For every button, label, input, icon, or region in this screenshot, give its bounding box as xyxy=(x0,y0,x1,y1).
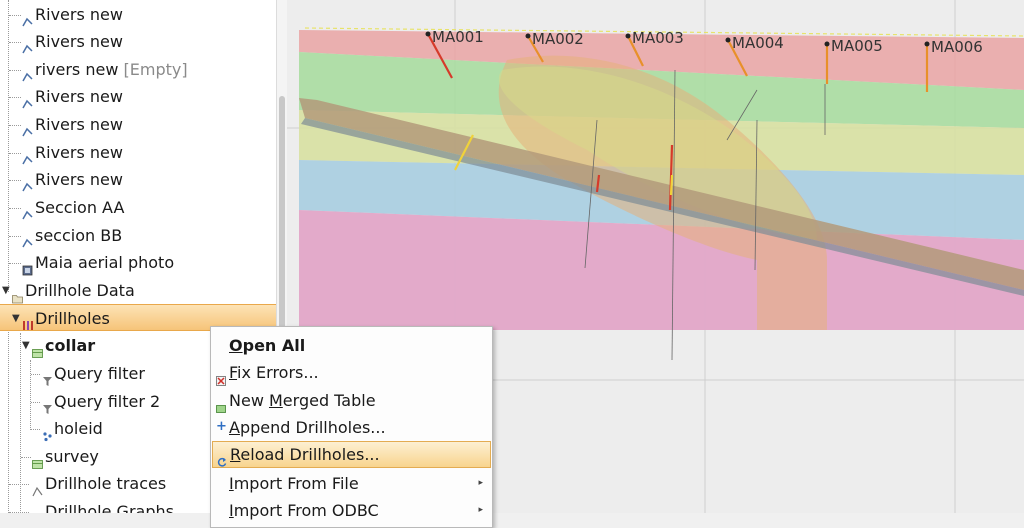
collar-label-3: MA003 xyxy=(632,29,684,47)
context-menu[interactable]: Open All Fix Errors... New Merged Table … xyxy=(210,326,493,528)
expand-triangle-icon[interactable]: ▼ xyxy=(12,305,20,332)
collar-label-5: MA005 xyxy=(831,37,883,55)
menu-fix-errors[interactable]: Fix Errors... xyxy=(211,359,492,386)
tree-item-rivers-new[interactable]: Rivers new xyxy=(0,1,276,28)
menu-new-merged-table[interactable]: New Merged Table xyxy=(211,387,492,414)
tree-item-rivers-new[interactable]: Rivers new xyxy=(0,111,276,138)
tree-item-seccion-aa[interactable]: Seccion AA xyxy=(0,194,276,221)
vector-layer-icon xyxy=(22,147,33,165)
tree-item-label: Query filter 2 xyxy=(54,392,161,411)
collar-label-4: MA004 xyxy=(732,34,784,52)
plus-icon: + xyxy=(216,419,227,434)
vector-layer-icon xyxy=(22,202,33,220)
tree-item-label: Drillhole Graphs xyxy=(45,502,174,513)
tree-item-label: collar xyxy=(45,336,96,355)
menu-import-from-file[interactable]: Import From File ▸ xyxy=(211,470,492,497)
traces-icon xyxy=(32,478,43,497)
table-icon xyxy=(32,340,43,358)
tree-item-label: Rivers new xyxy=(35,115,123,134)
tree-item-label: Rivers new xyxy=(35,5,123,24)
collar-label-6: MA006 xyxy=(931,38,983,56)
filter-icon xyxy=(42,368,53,386)
tree-item-label: Drillholes xyxy=(35,309,110,328)
vector-layer-icon xyxy=(22,91,33,109)
tree-item-rivers-new-empty[interactable]: rivers new [Empty] xyxy=(0,56,276,83)
vector-layer-icon xyxy=(22,9,33,27)
tree-item-label: seccion BB xyxy=(35,226,123,245)
tree-item-label: Maia aerial photo xyxy=(35,253,175,272)
tree-item-label: Rivers new xyxy=(35,32,123,51)
tree-item-aerial-photo[interactable]: Maia aerial photo xyxy=(0,249,276,276)
tree-item-drillhole-data[interactable]: ▼ Drillhole Data xyxy=(0,277,276,304)
table-icon xyxy=(32,451,43,469)
points-icon xyxy=(42,423,53,442)
scrollbar-thumb[interactable] xyxy=(279,96,285,346)
tree-item-label: survey xyxy=(45,447,99,466)
tree-item-label: holeid xyxy=(54,419,103,438)
menu-reload-drillholes[interactable]: Reload Drillholes... xyxy=(212,441,491,468)
empty-tag: [Empty] xyxy=(123,60,188,79)
vector-layer-icon xyxy=(22,36,33,54)
tree-item-label: Rivers new xyxy=(35,87,123,106)
tree-item-rivers-new[interactable]: Rivers new xyxy=(0,139,276,166)
vector-layer-icon xyxy=(22,64,33,82)
tree-item-label: Rivers new xyxy=(35,143,123,162)
tree-item-rivers-new[interactable]: Rivers new xyxy=(0,166,276,193)
drillholes-icon xyxy=(22,312,33,330)
menu-open-all[interactable]: Open All xyxy=(211,332,492,359)
tree-item-label: Rivers new xyxy=(35,170,123,189)
image-icon xyxy=(22,257,33,276)
tree-item-label: Query filter xyxy=(54,364,145,383)
tree-item-label: Drillhole traces xyxy=(45,474,167,493)
collar-label-2: MA002 xyxy=(532,30,584,48)
vector-layer-icon xyxy=(22,230,33,248)
collar-label-1: MA001 xyxy=(432,28,484,46)
filter-icon xyxy=(42,396,53,414)
menu-append-drillholes[interactable]: + Append Drillholes... xyxy=(211,414,492,441)
reload-icon xyxy=(217,449,227,467)
menu-import-from-odbc[interactable]: Import From ODBC ▸ xyxy=(211,497,492,524)
folder-icon xyxy=(12,285,23,304)
merged-table-icon xyxy=(216,395,226,413)
tree-item-label: Seccion AA xyxy=(35,198,125,217)
submenu-arrow-icon: ▸ xyxy=(478,478,483,488)
vector-layer-icon xyxy=(22,119,33,137)
tree-item-seccion-bb[interactable]: seccion BB xyxy=(0,222,276,249)
submenu-arrow-icon: ▸ xyxy=(478,505,483,515)
vector-layer-icon xyxy=(22,174,33,192)
expand-triangle-icon[interactable]: ▼ xyxy=(2,277,10,304)
tree-item-label: Drillhole Data xyxy=(25,281,135,300)
tree-item-rivers-new[interactable]: Rivers new xyxy=(0,83,276,110)
tree-item-rivers-new[interactable]: Rivers new xyxy=(0,28,276,55)
expand-triangle-icon[interactable]: ▼ xyxy=(22,332,30,359)
fix-errors-icon xyxy=(216,367,226,386)
graphs-icon xyxy=(32,506,43,513)
tree-item-label: rivers new xyxy=(35,60,119,79)
